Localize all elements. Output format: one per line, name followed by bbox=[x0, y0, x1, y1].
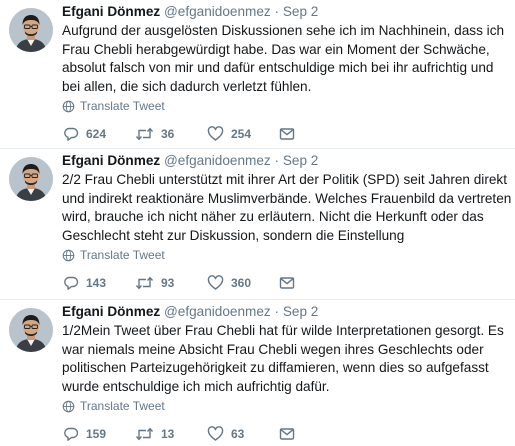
tweet-date[interactable]: Sep 2 bbox=[283, 153, 319, 168]
reply-icon bbox=[64, 276, 79, 290]
globe-icon bbox=[62, 100, 75, 112]
author-handle[interactable]: @efganidoenmez bbox=[164, 304, 271, 319]
tweet-actions: 624 36 254 bbox=[62, 125, 515, 143]
translate-tweet-link[interactable]: Translate Tweet bbox=[62, 399, 515, 413]
retweet-button[interactable]: 13 bbox=[135, 426, 207, 442]
separator-dot: · bbox=[274, 304, 280, 319]
retweet-icon bbox=[135, 276, 154, 290]
like-count: 254 bbox=[231, 127, 252, 141]
retweet-button[interactable]: 36 bbox=[135, 126, 207, 142]
reply-icon bbox=[64, 127, 79, 141]
reply-button[interactable]: 624 bbox=[62, 126, 135, 142]
reply-count: 624 bbox=[86, 127, 107, 141]
translate-label: Translate Tweet bbox=[80, 399, 165, 413]
translate-label: Translate Tweet bbox=[80, 99, 165, 113]
translate-tweet-link[interactable]: Translate Tweet bbox=[62, 99, 515, 113]
globe-icon bbox=[62, 249, 75, 261]
retweet-count: 13 bbox=[161, 427, 175, 441]
direct-message-button[interactable] bbox=[279, 427, 295, 441]
retweet-count: 36 bbox=[161, 127, 175, 141]
like-button[interactable]: 254 bbox=[207, 126, 279, 142]
direct-message-button[interactable] bbox=[279, 276, 295, 290]
reply-icon bbox=[64, 427, 79, 441]
tweet-header: Efgani Dönmez @efganidoenmez · Sep 2 bbox=[62, 3, 515, 21]
separator-dot: · bbox=[274, 4, 280, 19]
retweet-icon bbox=[135, 127, 154, 141]
like-button[interactable]: 360 bbox=[207, 275, 279, 291]
heart-icon bbox=[207, 275, 224, 290]
retweet-icon bbox=[135, 427, 154, 441]
author-handle[interactable]: @efganidoenmez bbox=[164, 4, 271, 19]
retweet-count: 93 bbox=[161, 276, 175, 290]
avatar[interactable] bbox=[9, 308, 53, 352]
tweet[interactable]: Efgani Dönmez @efganidoenmez · Sep 2 2/2… bbox=[0, 149, 515, 300]
tweet-date[interactable]: Sep 2 bbox=[283, 4, 319, 19]
tweet-text: 1/2Mein Tweet über Frau Chebli hat für w… bbox=[62, 323, 504, 394]
author-name[interactable]: Efgani Dönmez bbox=[62, 304, 160, 319]
reply-button[interactable]: 159 bbox=[62, 426, 135, 442]
author-handle[interactable]: @efganidoenmez bbox=[164, 153, 271, 168]
translate-label: Translate Tweet bbox=[80, 248, 165, 262]
envelope-icon bbox=[279, 277, 295, 289]
tweet-text: Aufgrund der ausgelösten Diskussionen se… bbox=[62, 23, 505, 94]
tweet-content: Efgani Dönmez @efganidoenmez · Sep 2 Auf… bbox=[62, 0, 515, 143]
tweet-actions: 143 93 360 bbox=[62, 274, 515, 292]
reply-count: 143 bbox=[86, 276, 107, 290]
like-count: 360 bbox=[231, 276, 252, 290]
reply-button[interactable]: 143 bbox=[62, 275, 135, 291]
tweet[interactable]: Efgani Dönmez @efganidoenmez · Sep 2 Auf… bbox=[0, 0, 515, 149]
avatar[interactable] bbox=[9, 157, 53, 201]
tweet-header: Efgani Dönmez @efganidoenmez · Sep 2 bbox=[62, 303, 515, 321]
tweet-actions: 159 13 63 bbox=[62, 425, 515, 443]
tweet-date[interactable]: Sep 2 bbox=[283, 304, 319, 319]
separator-dot: · bbox=[274, 153, 280, 168]
tweet-header: Efgani Dönmez @efganidoenmez · Sep 2 bbox=[62, 152, 515, 170]
direct-message-button[interactable] bbox=[279, 127, 295, 141]
like-count: 63 bbox=[231, 427, 245, 441]
author-name[interactable]: Efgani Dönmez bbox=[62, 153, 160, 168]
tweet-content: Efgani Dönmez @efganidoenmez · Sep 2 1/2… bbox=[62, 300, 515, 443]
heart-icon bbox=[207, 126, 224, 141]
tweet[interactable]: Efgani Dönmez @efganidoenmez · Sep 2 1/2… bbox=[0, 300, 515, 446]
like-button[interactable]: 63 bbox=[207, 426, 279, 442]
translate-tweet-link[interactable]: Translate Tweet bbox=[62, 248, 515, 262]
tweet-text: 2/2 Frau Chebli unterstützt mit ihrer Ar… bbox=[62, 172, 512, 243]
heart-icon bbox=[207, 426, 224, 441]
envelope-icon bbox=[279, 128, 295, 140]
tweet-timeline: Efgani Dönmez @efganidoenmez · Sep 2 Auf… bbox=[0, 0, 515, 446]
tweet-content: Efgani Dönmez @efganidoenmez · Sep 2 2/2… bbox=[62, 149, 515, 292]
author-name[interactable]: Efgani Dönmez bbox=[62, 4, 160, 19]
retweet-button[interactable]: 93 bbox=[135, 275, 207, 291]
envelope-icon bbox=[279, 428, 295, 440]
avatar[interactable] bbox=[9, 8, 53, 52]
globe-icon bbox=[62, 400, 75, 412]
reply-count: 159 bbox=[86, 427, 107, 441]
